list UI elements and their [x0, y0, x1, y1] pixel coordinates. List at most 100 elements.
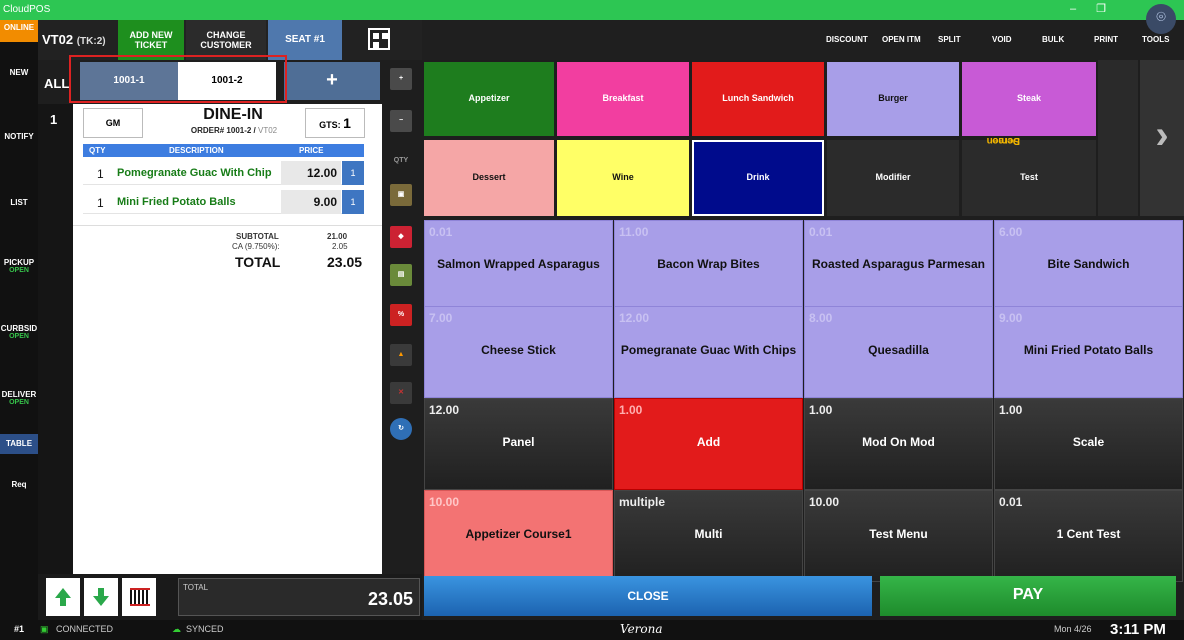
menu-item[interactable]: 1.00 Add	[614, 398, 803, 490]
time-text: 3:11 PM	[1110, 621, 1166, 638]
maximize-button[interactable]: ❐	[1088, 2, 1114, 18]
menu-item[interactable]: 12.00 Panel	[424, 398, 613, 490]
line-description: Mini Fried Potato Balls	[117, 196, 236, 208]
minimize-button[interactable]: –	[1060, 2, 1086, 18]
line-seat-button[interactable]: 1	[342, 190, 364, 214]
add-new-ticket-button[interactable]: ADD NEW TICKET	[118, 20, 184, 60]
category-appetizer[interactable]: Appetizer	[424, 62, 554, 136]
menu-item[interactable]: multiple Multi	[614, 490, 803, 582]
category-test[interactable]: Test	[962, 140, 1096, 216]
header-qty: QTY	[89, 146, 106, 155]
category-label: Drink	[746, 172, 770, 182]
seat-number[interactable]: 1	[50, 112, 57, 127]
item-name: Roasted Asparagus Parmesan	[812, 257, 985, 271]
category-modifier[interactable]: Modifier	[827, 140, 959, 216]
category-steak[interactable]: Steak	[962, 62, 1096, 136]
category-dessert[interactable]: Dessert	[424, 140, 554, 216]
item-name: Bite Sandwich	[1047, 257, 1130, 271]
ticket-panel: GM DINE-IN ORDER# 1001-2 / VT02 GTS: 1 Q…	[73, 104, 382, 574]
menu-item[interactable]: 11.00 Bacon Wrap Bites	[614, 220, 803, 312]
barcode-button[interactable]	[122, 578, 156, 616]
synced-icon: ☁	[172, 624, 181, 634]
item-price: 1.00	[809, 403, 833, 417]
menu-item[interactable]: 0.01 1 Cent Test	[994, 490, 1183, 582]
menu-item[interactable]: 7.00 Cheese Stick	[424, 306, 613, 398]
demo-screen-button[interactable]: Demo Screen	[987, 60, 1138, 216]
category-label: Appetizer	[468, 93, 510, 103]
location-name: Verona	[620, 622, 663, 636]
status-bar: #1 ▣ CONNECTED ☁ SYNCED Verona Mon 4/26 …	[0, 620, 1184, 640]
menu-item[interactable]: 9.00 Mini Fried Potato Balls	[994, 306, 1183, 398]
nav-delivery[interactable]: DELIVER OPEN	[0, 390, 38, 406]
nav-req[interactable]: Req	[0, 480, 38, 489]
line-seat-button[interactable]: 1	[342, 161, 364, 185]
nav-notify[interactable]: NOTIFY	[0, 132, 38, 141]
nav-new[interactable]: NEW	[0, 68, 38, 77]
refresh-icon[interactable]: ↻	[390, 418, 412, 440]
category-breakfast[interactable]: Breakfast	[557, 62, 689, 136]
add-tab-button[interactable]: +	[284, 62, 380, 100]
nav-curbside-label: CURBSID	[0, 324, 38, 333]
delete-icon[interactable]: ✕	[390, 382, 412, 404]
category-burger[interactable]: Burger	[827, 62, 959, 136]
menu-item[interactable]: 1.00 Mod On Mod	[804, 398, 993, 490]
menu-item[interactable]: 6.00 Bite Sandwich	[994, 220, 1183, 312]
split-button[interactable]: SPLIT	[938, 35, 961, 44]
tag-icon[interactable]: ◆	[390, 226, 412, 248]
bulk-button[interactable]: BULK	[1042, 35, 1064, 44]
scroll-down-button[interactable]	[84, 578, 118, 616]
category-lunch-sandwich[interactable]: Lunch Sandwich	[692, 62, 824, 136]
line-price: 12.00	[281, 161, 341, 185]
menu-item[interactable]: 0.01 Salmon Wrapped Asparagus	[424, 220, 613, 312]
all-tickets-tab[interactable]: ALL	[44, 76, 69, 91]
screen-label: Screen	[986, 135, 1020, 146]
subtotal-value: 21.00	[327, 232, 348, 241]
fire-icon[interactable]: ▲	[390, 344, 412, 366]
item-price: 8.00	[809, 311, 833, 325]
nav-online[interactable]: ONLINE	[0, 20, 38, 42]
category-wine[interactable]: Wine	[557, 140, 689, 216]
tools-button[interactable]: TOOLS	[1142, 35, 1169, 44]
line-description: Pomegranate Guac With Chip	[117, 167, 272, 179]
guests-button[interactable]: GTS: 1	[305, 108, 365, 138]
menu-item[interactable]: 0.01 Roasted Asparagus Parmesan	[804, 220, 993, 312]
discount-button[interactable]: DISCOUNT	[826, 35, 868, 44]
qty-button[interactable]: QTY	[390, 150, 412, 172]
note-icon[interactable]: ▤	[390, 264, 412, 286]
menu-item[interactable]: 10.00 Appetizer Course1	[424, 490, 613, 582]
void-button[interactable]: VOID	[992, 35, 1012, 44]
ticket-line[interactable]: 1 Pomegranate Guac With Chip 12.00 1	[83, 161, 364, 185]
menu-item[interactable]: 8.00 Quesadilla	[804, 306, 993, 398]
chevron-right-icon[interactable]: ›	[1140, 60, 1184, 216]
seat-button[interactable]: SEAT #1	[268, 20, 342, 60]
category-drink[interactable]: Drink	[692, 140, 824, 216]
print-button[interactable]: PRINT	[1094, 35, 1118, 44]
scan-icon[interactable]: ⌾	[1146, 4, 1176, 34]
ticket-line[interactable]: 1 Mini Fried Potato Balls 9.00 1	[83, 190, 364, 214]
discount-icon[interactable]: %	[390, 304, 412, 326]
change-customer-button[interactable]: CHANGE CUSTOMER	[186, 20, 266, 60]
plus-icon[interactable]: +	[390, 68, 412, 90]
menu-item[interactable]: 10.00 Test Menu	[804, 490, 993, 582]
menu-item[interactable]: 12.00 Pomegranate Guac With Chips	[614, 306, 803, 398]
scroll-up-button[interactable]	[46, 578, 80, 616]
pay-button[interactable]: PAY	[880, 576, 1176, 616]
category-label: Lunch Sandwich	[722, 93, 794, 103]
open-item-button[interactable]: OPEN ITM	[882, 35, 921, 44]
menu-item[interactable]: 1.00 Scale	[994, 398, 1183, 490]
item-name: Bacon Wrap Bites	[657, 257, 760, 271]
close-button[interactable]: CLOSE	[424, 576, 872, 616]
minus-icon[interactable]: −	[390, 110, 412, 132]
gm-button[interactable]: GM	[83, 108, 143, 138]
nav-list[interactable]: LIST	[0, 198, 38, 207]
connected-icon: ▣	[40, 624, 49, 634]
nav-curbside[interactable]: CURBSID OPEN	[0, 324, 38, 340]
title-bar: CloudPOS – ❐	[0, 0, 1184, 20]
nav-table[interactable]: TABLE	[0, 434, 38, 454]
arrow-down-icon	[93, 588, 109, 606]
qr-code-icon[interactable]	[368, 28, 390, 50]
ticket-number: VT02	[42, 32, 74, 47]
nav-pickup[interactable]: PICKUP OPEN	[0, 258, 38, 274]
gift-icon[interactable]: ▣	[390, 184, 412, 206]
category-label: Wine	[612, 172, 634, 182]
